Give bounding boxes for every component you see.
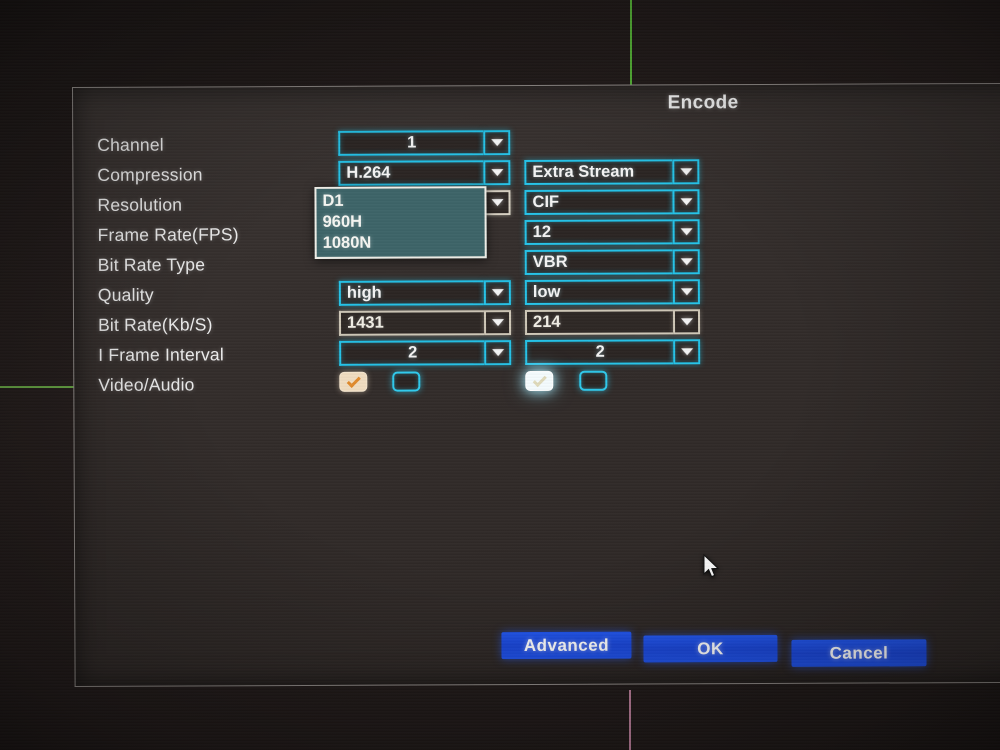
channel-grid-line-top bbox=[630, 0, 632, 88]
extra-bit-rate-type-value: VBR bbox=[524, 249, 673, 276]
advanced-button[interactable]: Advanced bbox=[501, 631, 632, 660]
monitor-photo: Encode Channel 1 Compression H.264 Extra… bbox=[0, 0, 1000, 750]
dropdown-option-1080n[interactable]: 1080N bbox=[317, 232, 485, 254]
stream-type-combo[interactable]: Extra Stream bbox=[524, 159, 700, 186]
extra-frame-rate-combo[interactable]: 12 bbox=[524, 219, 700, 246]
label-resolution: Resolution bbox=[97, 194, 183, 215]
compression-combo[interactable]: H.264 bbox=[338, 160, 511, 186]
chevron-down-icon[interactable] bbox=[672, 279, 700, 305]
chevron-down-icon[interactable] bbox=[483, 280, 511, 306]
extra-resolution-combo[interactable]: CIF bbox=[524, 189, 700, 216]
chevron-down-icon[interactable] bbox=[672, 189, 700, 215]
i-frame-interval-combo[interactable]: 2 bbox=[339, 340, 512, 366]
label-bit-rate: Bit Rate(Kb/S) bbox=[97, 314, 213, 335]
extra-quality-combo[interactable]: low bbox=[524, 279, 700, 306]
extra-stream-video-checkbox[interactable] bbox=[525, 370, 554, 392]
chevron-down-icon[interactable] bbox=[483, 130, 511, 156]
chevron-down-icon[interactable] bbox=[484, 340, 512, 366]
form-row-bit-rate: Bit Rate(Kb/S) 1431 214 bbox=[98, 309, 758, 342]
extra-i-frame-interval-combo[interactable]: 2 bbox=[525, 339, 701, 366]
arrow-pointer-icon bbox=[703, 554, 720, 578]
label-channel: Channel bbox=[97, 134, 164, 155]
dialog-footer: Advanced OK Cancel bbox=[495, 631, 1000, 667]
encode-form: Channel 1 Compression H.264 Extra Stream bbox=[97, 129, 758, 402]
main-stream-video-checkbox[interactable] bbox=[339, 371, 368, 392]
extra-quality-value: low bbox=[524, 279, 673, 306]
compression-value: H.264 bbox=[338, 160, 484, 186]
chevron-down-icon[interactable] bbox=[672, 249, 700, 275]
quality-combo[interactable]: high bbox=[338, 280, 511, 306]
chevron-down-icon[interactable] bbox=[483, 190, 511, 216]
dropdown-option-960h[interactable]: 960H bbox=[317, 211, 485, 233]
extra-resolution-value: CIF bbox=[524, 189, 673, 216]
extra-bit-rate-value[interactable]: 214 bbox=[524, 309, 674, 336]
cancel-button[interactable]: Cancel bbox=[791, 639, 927, 667]
chevron-down-icon[interactable] bbox=[483, 160, 511, 186]
label-i-frame-interval: I Frame Interval bbox=[98, 344, 224, 365]
check-icon bbox=[532, 372, 547, 387]
chevron-down-icon[interactable] bbox=[483, 310, 512, 336]
extra-stream-audio-checkbox[interactable] bbox=[579, 370, 608, 391]
chevron-down-icon[interactable] bbox=[672, 219, 700, 245]
main-stream-audio-checkbox[interactable] bbox=[392, 371, 421, 392]
form-row-quality: Quality high low bbox=[98, 279, 758, 312]
label-quality: Quality bbox=[97, 284, 154, 305]
channel-value: 1 bbox=[338, 130, 484, 156]
chevron-down-icon[interactable] bbox=[672, 309, 701, 335]
channel-combo[interactable]: 1 bbox=[338, 130, 511, 156]
form-row-channel: Channel 1 bbox=[97, 129, 757, 162]
quality-value: high bbox=[338, 280, 484, 306]
extra-bit-rate-type-combo[interactable]: VBR bbox=[524, 249, 700, 276]
extra-bit-rate-combo[interactable]: 214 bbox=[524, 309, 701, 336]
extra-i-frame-interval-value: 2 bbox=[525, 339, 674, 366]
chevron-down-icon[interactable] bbox=[673, 339, 701, 365]
label-compression: Compression bbox=[97, 164, 203, 185]
encode-dialog: Encode Channel 1 Compression H.264 Extra… bbox=[72, 82, 1000, 687]
channel-grid-line-left bbox=[0, 386, 74, 388]
channel-grid-line-bottom bbox=[629, 690, 631, 750]
label-frame-rate: Frame Rate(FPS) bbox=[97, 224, 239, 245]
extra-frame-rate-value: 12 bbox=[524, 219, 673, 246]
bit-rate-combo[interactable]: 1431 bbox=[338, 310, 512, 336]
check-icon bbox=[346, 373, 361, 388]
resolution-dropdown-list[interactable]: D1 960H 1080N bbox=[314, 186, 487, 259]
dialog-title: Encode bbox=[667, 92, 739, 114]
chevron-down-icon[interactable] bbox=[672, 159, 700, 185]
i-frame-interval-value: 2 bbox=[339, 340, 485, 366]
label-bit-rate-type: Bit Rate Type bbox=[97, 254, 206, 275]
dropdown-option-d1[interactable]: D1 bbox=[316, 190, 484, 212]
form-row-i-frame-interval: I Frame Interval 2 2 bbox=[98, 339, 758, 372]
stream-type-value: Extra Stream bbox=[524, 159, 673, 186]
ok-button[interactable]: OK bbox=[643, 634, 778, 663]
form-row-video-audio: Video/Audio bbox=[98, 369, 758, 402]
bit-rate-value[interactable]: 1431 bbox=[338, 310, 485, 336]
label-video-audio: Video/Audio bbox=[98, 374, 195, 395]
